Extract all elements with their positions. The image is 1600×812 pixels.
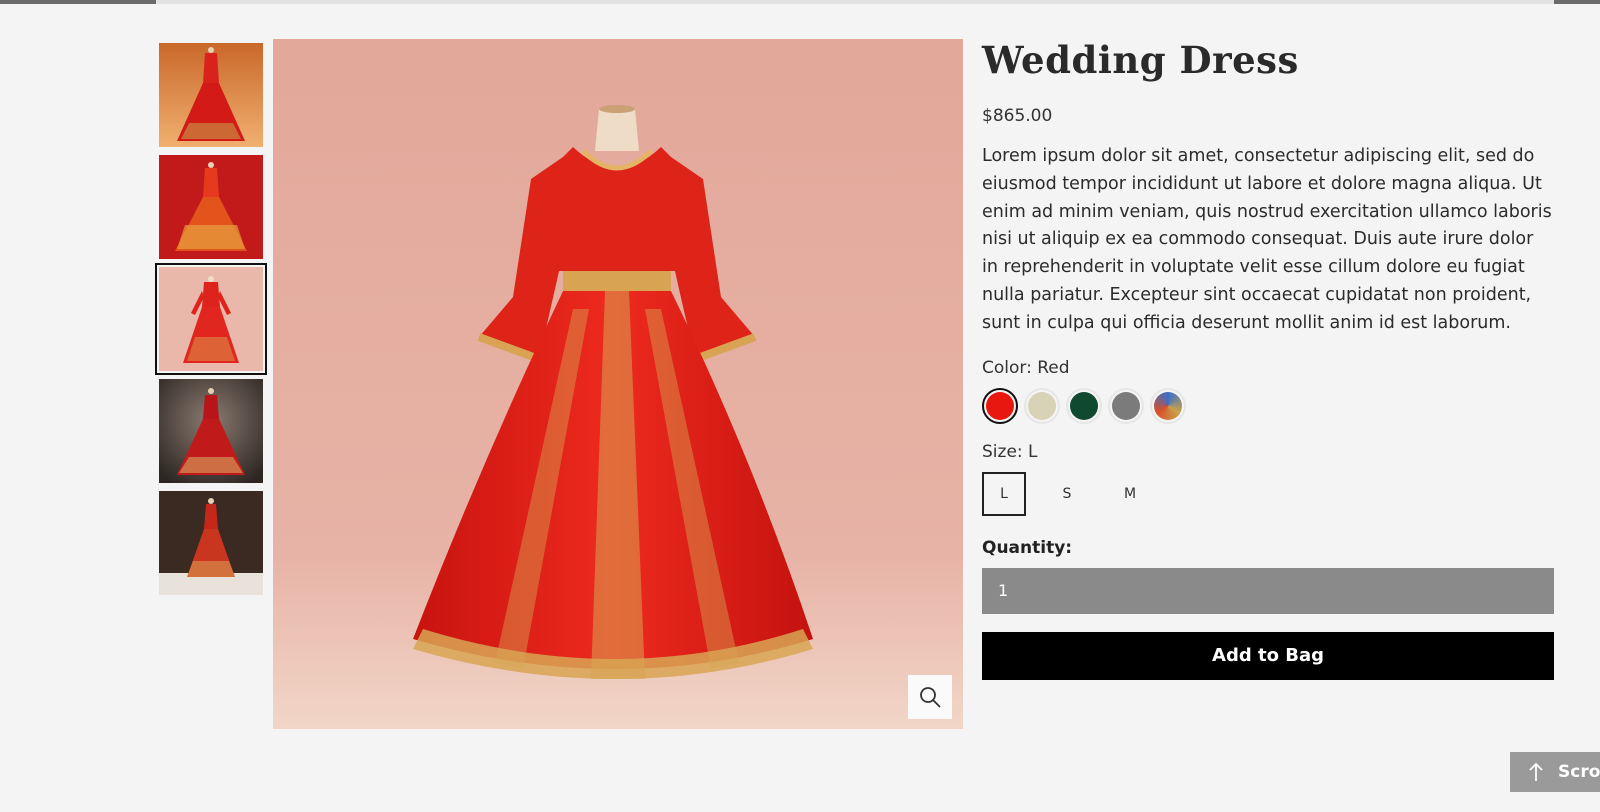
color-label: Color: Red bbox=[982, 357, 1070, 378]
color-swatches bbox=[982, 387, 1554, 424]
add-to-bag-button[interactable]: Add to Bag bbox=[982, 631, 1554, 680]
product-info-panel: Wedding Dress $865.00 Lorem ipsum dolor … bbox=[982, 30, 1554, 680]
quantity-label: Quantity: bbox=[982, 537, 1073, 558]
swatch-multicolor[interactable] bbox=[1150, 387, 1186, 424]
swatch-red[interactable] bbox=[982, 387, 1018, 424]
top-bar-right-segment bbox=[1554, 0, 1600, 4]
zoom-button[interactable] bbox=[908, 675, 952, 719]
size-option-l[interactable]: L bbox=[982, 471, 1026, 516]
swatch-gray[interactable] bbox=[1108, 387, 1144, 424]
size-option-m[interactable]: M bbox=[1108, 472, 1152, 516]
thumbnail-1[interactable] bbox=[159, 43, 263, 147]
thumbnail-3-selected[interactable] bbox=[155, 263, 267, 375]
dress-thumbnail-image bbox=[159, 379, 263, 483]
quantity-input[interactable] bbox=[982, 567, 1554, 614]
thumbnail-4[interactable] bbox=[159, 379, 263, 483]
scroll-to-top-button[interactable]: Scro bbox=[1510, 752, 1600, 792]
arrow-up-icon bbox=[1528, 762, 1544, 782]
top-bar-left-segment bbox=[0, 0, 156, 4]
dress-thumbnail-image bbox=[159, 155, 263, 259]
thumbnail-5[interactable] bbox=[159, 491, 263, 595]
dress-thumbnail-image bbox=[159, 491, 263, 595]
product-description: Lorem ipsum dolor sit amet, consectetur … bbox=[982, 146, 1552, 333]
product-title: Wedding Dress bbox=[982, 38, 1299, 82]
size-option-s[interactable]: S bbox=[1045, 472, 1089, 516]
main-product-image bbox=[273, 39, 963, 729]
dress-thumbnail-image bbox=[159, 267, 263, 371]
dress-thumbnail-image bbox=[159, 43, 263, 147]
product-price: $865.00 bbox=[982, 106, 1053, 126]
scroll-to-top-label: Scro bbox=[1558, 762, 1600, 782]
size-label: Size: L bbox=[982, 441, 1038, 462]
thumbnail-2[interactable] bbox=[159, 155, 263, 259]
wedding-dress-photo bbox=[273, 39, 963, 729]
swatch-dark-green[interactable] bbox=[1066, 387, 1102, 424]
top-progress-bar bbox=[0, 0, 1600, 4]
swatch-beige[interactable] bbox=[1024, 387, 1060, 424]
thumbnail-gallery bbox=[155, 43, 267, 603]
magnifier-icon bbox=[920, 687, 941, 708]
size-options: L S M bbox=[982, 471, 1554, 516]
